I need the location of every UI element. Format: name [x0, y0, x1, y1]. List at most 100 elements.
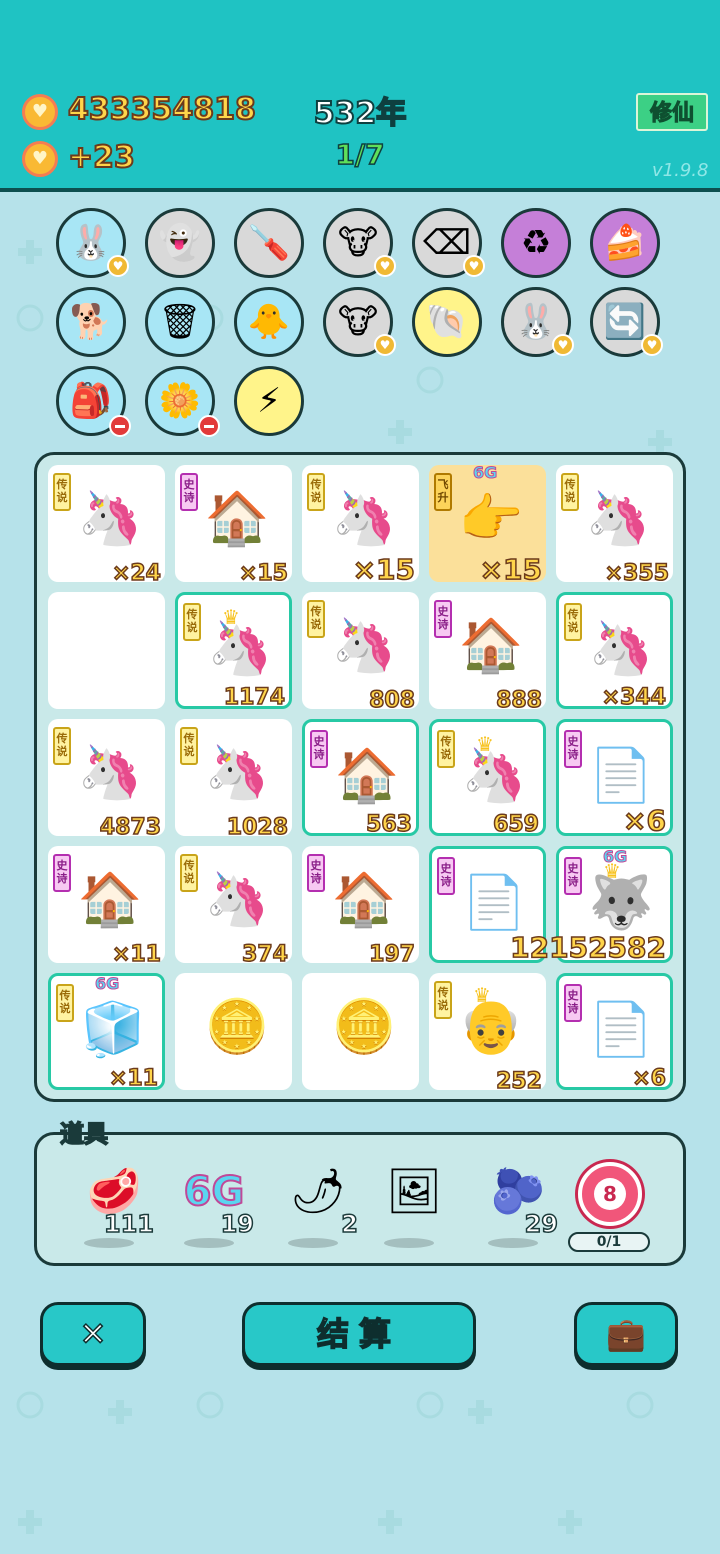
board-cell[interactable]: 传说 🦄 ×15 [302, 465, 419, 587]
chick-ability[interactable]: 🐥 [234, 287, 304, 357]
tool-shadow [288, 1238, 338, 1248]
board-cell[interactable] [48, 592, 165, 709]
recycle-ability[interactable]: ♻ [501, 208, 571, 278]
tool-count: 29 [524, 1209, 559, 1239]
bag-button[interactable]: 💼 [574, 1302, 678, 1366]
board-cell[interactable]: 传说 🦄 ×344 [556, 592, 673, 711]
item-art-icon: 🏠 [204, 489, 270, 549]
rarity-tag: 传说 [434, 981, 452, 1019]
tool-count: 2 [341, 1209, 359, 1239]
year-counter: 532年 [313, 95, 408, 132]
heart-badge-icon: ♥ [463, 255, 485, 277]
rarity-tag: 传说 [53, 473, 71, 511]
item-art-icon: 🦄 [461, 746, 527, 806]
flower-pot-ability[interactable]: 🌼 [145, 366, 220, 437]
bunny-ability[interactable]: 🐰 ♥ [56, 208, 129, 278]
lightning-ability-icon: ⚡ [257, 381, 281, 421]
rice-bag-ability[interactable]: 🎒 [56, 366, 131, 437]
screwdriver-ability-icon: 🪛 [247, 223, 291, 263]
chick-ability-icon: 🐥 [247, 302, 291, 342]
item-count: 4873 [99, 814, 162, 841]
six-g-tool[interactable]: 6G 19 [174, 1160, 255, 1250]
heart-badge-icon: ♥ [641, 334, 663, 356]
tool-shadow [84, 1238, 134, 1248]
version-label: v1.9.8 [652, 160, 709, 181]
item-count: ×6 [632, 1065, 667, 1092]
item-art-icon: 🏠 [77, 870, 143, 930]
minus-badge-icon [198, 415, 220, 437]
item-count: ×344 [601, 684, 667, 711]
item-art-icon: 👉 [458, 489, 524, 549]
cow-pair-ability[interactable]: 🐮 ♥ [323, 208, 396, 278]
rarity-tag: 史诗 [310, 730, 328, 768]
liver-tool[interactable]: 🥩 111 [74, 1160, 155, 1250]
board-cell[interactable]: 传说 🦄 1028 [175, 719, 292, 841]
rarity-tag: 传说 [307, 473, 325, 511]
trash-bag-ability[interactable]: 🗑 [145, 287, 215, 357]
lightning-ability[interactable]: ⚡ [234, 366, 304, 436]
board-cell[interactable]: 史诗 6G ♛ 🐺 12152582 [509, 846, 673, 965]
dog-ability-icon: 🐕 [69, 302, 113, 342]
item-count: 1174 [223, 684, 286, 711]
board-cell[interactable]: 飞升 6G 👉 ×15 [429, 463, 546, 587]
item-art-icon: 🪙 [331, 997, 397, 1057]
item-art-icon: 🦄 [331, 489, 397, 549]
board-cell[interactable]: 传说 ♛ 🦄 659 [429, 719, 546, 838]
board-cell[interactable]: 传说 6G 🧊 ×11 [48, 973, 165, 1092]
item-count: 659 [492, 811, 539, 838]
board-cell[interactable]: 史诗 🏠 197 [302, 846, 419, 968]
frame-tool[interactable]: 🖼 [374, 1160, 454, 1250]
shell-ability-icon: 🐚 [425, 302, 469, 342]
board-cell[interactable]: 史诗 🏠 888 [429, 592, 546, 714]
item-art-icon: 🦄 [588, 619, 654, 679]
screwdriver-ability[interactable]: 🪛 [234, 208, 304, 278]
board-cell[interactable]: 传说 🦄 374 [175, 846, 292, 968]
board-cell[interactable]: 传说 🦄 4873 [48, 719, 165, 841]
cow-pair-ability-2[interactable]: 🐮 ♥ [323, 287, 396, 357]
trash-bag-ability-icon: 🗑 [158, 302, 202, 342]
cultivate-button[interactable]: 修仙 [636, 93, 708, 131]
target-item[interactable]: 8 [578, 1162, 642, 1226]
board-cell[interactable]: 传说 🦄 ×24 [48, 465, 165, 587]
item-count: ×6 [622, 803, 666, 838]
delete-button[interactable]: ✕ [40, 1302, 146, 1366]
cake-ability[interactable]: 🍰 [590, 208, 660, 278]
rarity-tag: 传说 [564, 603, 582, 641]
refresh-ability[interactable]: 🔄 ♥ [590, 287, 663, 357]
blueberry-tool[interactable]: 🫐 29 [478, 1160, 559, 1250]
item-art-icon: 🦄 [204, 870, 270, 930]
board-cell[interactable]: 🪙 [302, 973, 419, 1090]
rarity-tag: 传说 [561, 473, 579, 511]
shell-ability[interactable]: 🐚 [412, 287, 482, 357]
board-cell[interactable]: 传说 🦄 808 [302, 592, 419, 714]
board-cell[interactable]: 传说 ♛ 🦄 1174 [175, 592, 292, 711]
ghost-ability[interactable]: 👻 [145, 208, 215, 278]
target-progress: 0/1 [568, 1232, 650, 1252]
board-cell[interactable]: 史诗 🏠 ×15 [175, 465, 292, 587]
level-progress: 1/7 [335, 137, 386, 172]
board-cell[interactable]: 史诗 📄 ×6 [556, 719, 673, 838]
bunny-ability-2[interactable]: 🐰 ♥ [501, 287, 574, 357]
item-count: 808 [368, 687, 415, 714]
tools-title: 道具 [59, 1119, 109, 1149]
board-cell[interactable]: 史诗 📄 ×6 [556, 973, 673, 1092]
tool-count: 111 [103, 1209, 155, 1239]
dog-ability[interactable]: 🐕 [56, 287, 126, 357]
board-cell[interactable]: 史诗 🏠 563 [302, 719, 419, 838]
top-bar: 433354818 +23 532年 1/7 修仙 v1.9.8 [0, 0, 720, 192]
board-cell[interactable]: 传说 ♛ 👴 252 [429, 973, 546, 1095]
item-art-icon: 🏠 [458, 616, 524, 676]
board-cell[interactable]: 史诗 🏠 ×11 [48, 846, 165, 968]
item-art-icon: 🏠 [334, 746, 400, 806]
coin-rate: +23 [67, 139, 136, 176]
item-count: 1028 [226, 814, 289, 841]
item-art-icon: 🦄 [331, 616, 397, 676]
settle-button[interactable]: 结算 [242, 1302, 476, 1366]
rarity-tag: 传说 [437, 730, 455, 768]
pepper-tool[interactable]: 🌶 2 [278, 1160, 359, 1250]
board-cell[interactable]: 传说 🦄 ×355 [556, 465, 673, 587]
rarity-tag: 史诗 [180, 473, 198, 511]
board-cell[interactable]: 🪙 [175, 973, 292, 1090]
delete-ability[interactable]: ⌫ ♥ [412, 208, 485, 278]
item-art-icon: 🏠 [331, 870, 397, 930]
